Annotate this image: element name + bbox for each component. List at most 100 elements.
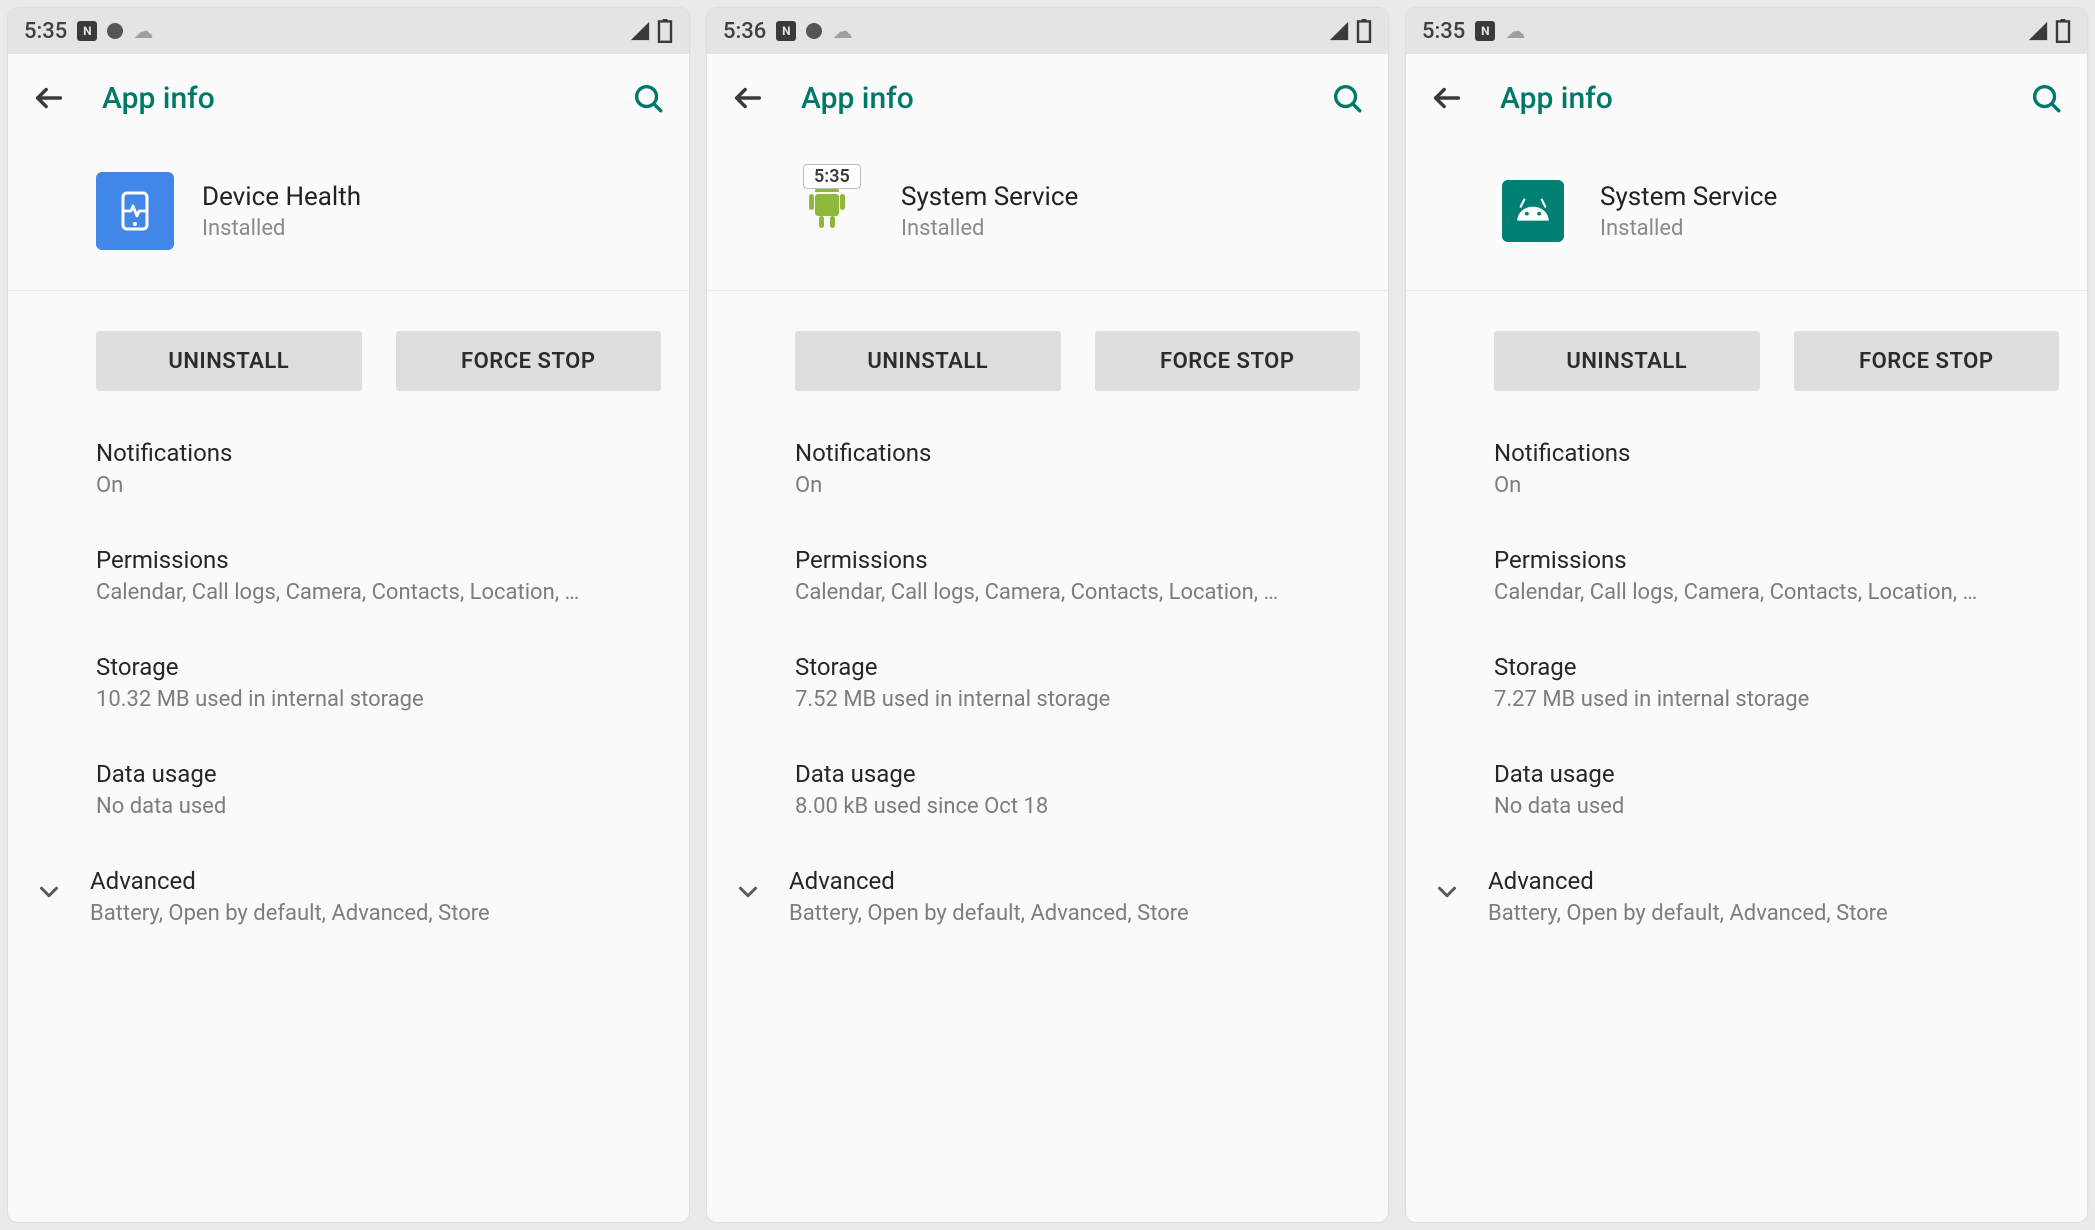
row-storage[interactable]: Storage 7.52 MB used in internal storage: [795, 653, 1360, 712]
status-bar: 5:35 N ☁: [1406, 8, 2087, 54]
content-area: UNINSTALL FORCE STOP Notifications On Pe…: [707, 291, 1388, 1222]
row-data-usage[interactable]: Data usage No data used: [96, 760, 661, 819]
uninstall-button[interactable]: UNINSTALL: [1494, 331, 1760, 391]
back-button[interactable]: [32, 81, 66, 115]
row-sub: Calendar, Call logs, Camera, Contacts, L…: [1494, 580, 2034, 605]
row-sub: On: [795, 473, 1335, 498]
app-name: System Service: [1600, 182, 1777, 212]
row-sub: On: [1494, 473, 2034, 498]
battery-icon: [2055, 19, 2071, 43]
row-title: Permissions: [96, 546, 661, 574]
app-bar: App info: [8, 54, 689, 142]
row-permissions[interactable]: Permissions Calendar, Call logs, Camera,…: [795, 546, 1360, 605]
row-title: Advanced: [789, 867, 1189, 895]
app-icon: [96, 172, 174, 250]
phone-screen: 5:35 N ☁ App info System Service Install…: [1406, 8, 2087, 1222]
chevron-down-icon: [1432, 877, 1462, 911]
row-sub: Calendar, Call logs, Camera, Contacts, L…: [795, 580, 1335, 605]
phone-screen: 5:36 N ☁ App info 5:35 System Service In…: [707, 8, 1388, 1222]
status-app-icon: N: [1475, 21, 1495, 41]
row-advanced[interactable]: Advanced Battery, Open by default, Advan…: [733, 867, 1360, 926]
row-title: Notifications: [96, 439, 661, 467]
row-sub: Battery, Open by default, Advanced, Stor…: [1488, 901, 1888, 926]
page-title: App info: [1500, 81, 1613, 116]
content-area: UNINSTALL FORCE STOP Notifications On Pe…: [8, 291, 689, 1222]
row-advanced[interactable]: Advanced Battery, Open by default, Advan…: [1432, 867, 2059, 926]
app-status: Installed: [202, 216, 361, 241]
row-title: Data usage: [795, 760, 1360, 788]
uninstall-button[interactable]: UNINSTALL: [96, 331, 362, 391]
row-sub: 10.32 MB used in internal storage: [96, 687, 636, 712]
row-title: Permissions: [795, 546, 1360, 574]
app-name: System Service: [901, 182, 1078, 212]
row-title: Permissions: [1494, 546, 2059, 574]
app-header[interactable]: 5:35 System Service Installed: [707, 142, 1388, 291]
page-title: App info: [102, 81, 215, 116]
row-title: Advanced: [90, 867, 490, 895]
app-status: Installed: [901, 216, 1078, 241]
row-sub: 8.00 kB used since Oct 18: [795, 794, 1335, 819]
row-sub: 7.52 MB used in internal storage: [795, 687, 1335, 712]
battery-icon: [1356, 19, 1372, 43]
search-button[interactable]: [1330, 81, 1364, 115]
chevron-down-icon: [733, 877, 763, 911]
app-icon-android-teal: [1502, 180, 1564, 242]
app-status: Installed: [1600, 216, 1777, 241]
status-notification-icon: [107, 23, 123, 39]
battery-icon: [657, 19, 673, 43]
signal-icon: [2027, 20, 2049, 42]
row-title: Advanced: [1488, 867, 1888, 895]
signal-icon: [1328, 20, 1350, 42]
uninstall-button[interactable]: UNINSTALL: [795, 331, 1061, 391]
status-notification-icon: [806, 23, 822, 39]
status-wifi-icon: ☁: [133, 19, 153, 43]
row-notifications[interactable]: Notifications On: [795, 439, 1360, 498]
row-title: Data usage: [96, 760, 661, 788]
status-time: 5:35: [1422, 19, 1465, 44]
status-wifi-icon: ☁: [832, 19, 852, 43]
row-title: Notifications: [1494, 439, 2059, 467]
search-button[interactable]: [2029, 81, 2063, 115]
status-bar: 5:35 N ☁: [8, 8, 689, 54]
row-permissions[interactable]: Permissions Calendar, Call logs, Camera,…: [1494, 546, 2059, 605]
row-permissions[interactable]: Permissions Calendar, Call logs, Camera,…: [96, 546, 661, 605]
status-time: 5:35: [24, 19, 67, 44]
row-sub: No data used: [1494, 794, 2034, 819]
row-notifications[interactable]: Notifications On: [96, 439, 661, 498]
force-stop-button[interactable]: FORCE STOP: [1794, 331, 2060, 391]
row-title: Data usage: [1494, 760, 2059, 788]
status-time: 5:36: [723, 19, 766, 44]
app-header[interactable]: Device Health Installed: [8, 142, 689, 291]
force-stop-button[interactable]: FORCE STOP: [396, 331, 662, 391]
row-sub: Battery, Open by default, Advanced, Stor…: [789, 901, 1189, 926]
row-sub: Battery, Open by default, Advanced, Stor…: [90, 901, 490, 926]
search-button[interactable]: [631, 81, 665, 115]
page-title: App info: [801, 81, 914, 116]
app-bar: App info: [707, 54, 1388, 142]
app-icon: [1494, 172, 1572, 250]
signal-icon: [629, 20, 651, 42]
row-sub: 7.27 MB used in internal storage: [1494, 687, 2034, 712]
app-icon-devicehealth: [96, 172, 174, 250]
back-button[interactable]: [1430, 81, 1464, 115]
row-data-usage[interactable]: Data usage No data used: [1494, 760, 2059, 819]
row-sub: Calendar, Call logs, Camera, Contacts, L…: [96, 580, 636, 605]
row-title: Storage: [795, 653, 1360, 681]
row-storage[interactable]: Storage 7.27 MB used in internal storage: [1494, 653, 2059, 712]
row-notifications[interactable]: Notifications On: [1494, 439, 2059, 498]
row-title: Storage: [1494, 653, 2059, 681]
force-stop-button[interactable]: FORCE STOP: [1095, 331, 1361, 391]
app-icon-badge: 5:35: [803, 164, 861, 189]
row-sub: On: [96, 473, 636, 498]
back-button[interactable]: [731, 81, 765, 115]
row-advanced[interactable]: Advanced Battery, Open by default, Advan…: [34, 867, 661, 926]
row-data-usage[interactable]: Data usage 8.00 kB used since Oct 18: [795, 760, 1360, 819]
row-title: Storage: [96, 653, 661, 681]
app-header[interactable]: System Service Installed: [1406, 142, 2087, 291]
status-bar: 5:36 N ☁: [707, 8, 1388, 54]
app-bar: App info: [1406, 54, 2087, 142]
row-storage[interactable]: Storage 10.32 MB used in internal storag…: [96, 653, 661, 712]
chevron-down-icon: [34, 877, 64, 911]
status-app-icon: N: [77, 21, 97, 41]
status-wifi-icon: ☁: [1505, 19, 1525, 43]
